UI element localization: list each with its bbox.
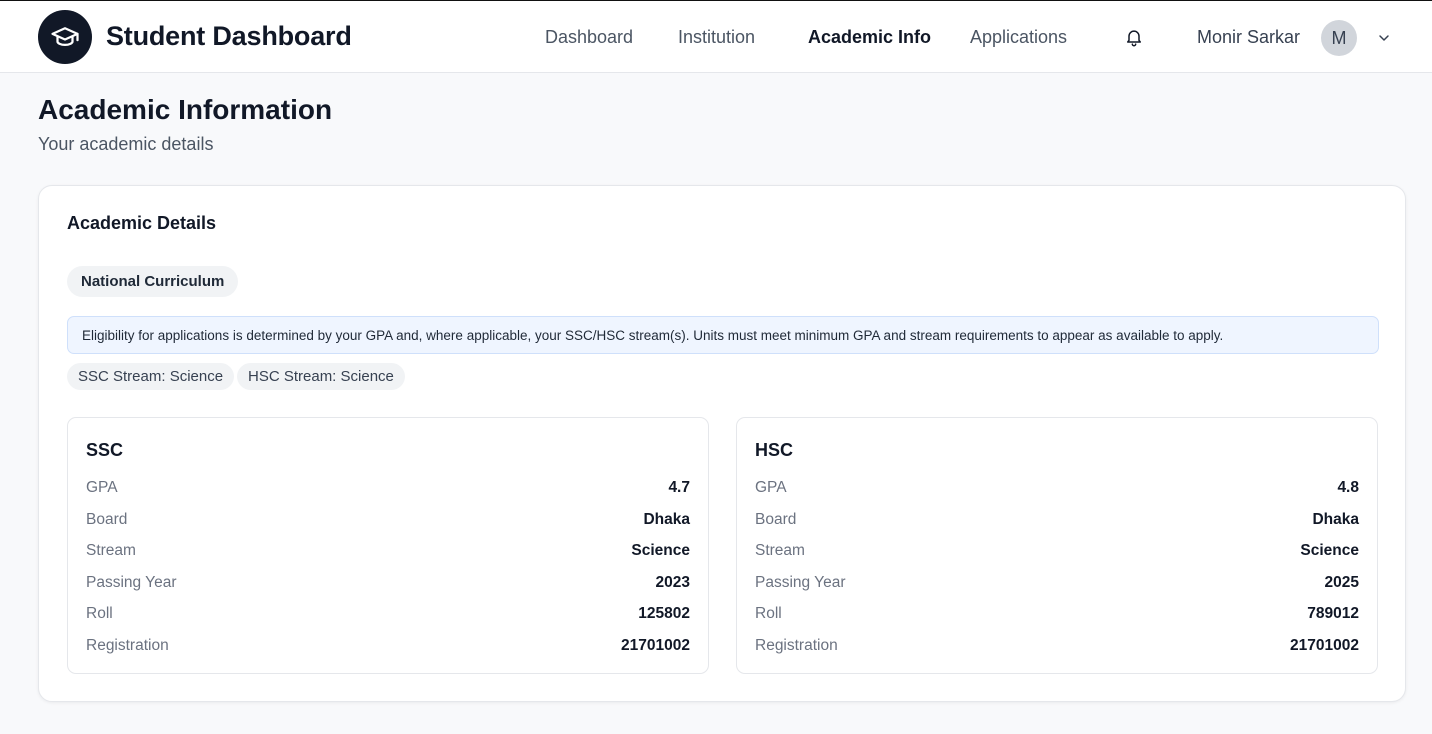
chevron-down-icon[interactable] — [1376, 30, 1392, 46]
page-subtitle: Your academic details — [38, 134, 214, 154]
exam-title: HSC — [755, 440, 794, 460]
detail-row: Passing Year 2025 — [755, 572, 1359, 594]
curriculum-badge: National Curriculum — [67, 266, 239, 297]
top-navbar: Student Dashboard Dashboard Institution … — [0, 1, 1432, 73]
detail-value: 21701002 — [621, 637, 690, 654]
detail-label: Stream — [86, 542, 136, 559]
detail-label: GPA — [86, 479, 118, 496]
brand-title[interactable]: Student Dashboard — [106, 21, 352, 52]
eligibility-notice: Eligibility for applications is determin… — [67, 316, 1379, 354]
graduation-cap-icon[interactable] — [38, 10, 92, 64]
detail-row: Registration 21701002 — [755, 635, 1359, 657]
detail-label: Registration — [86, 637, 169, 654]
nav-academic-info[interactable]: Academic Info — [808, 27, 931, 48]
detail-value: 4.7 — [668, 479, 690, 496]
user-name[interactable]: Monir Sarkar — [1197, 27, 1300, 48]
detail-row: Roll 125802 — [86, 603, 690, 625]
exam-title: SSC — [86, 440, 124, 460]
detail-value: 125802 — [638, 605, 690, 622]
detail-value: 21701002 — [1290, 637, 1359, 654]
detail-row: Stream Science — [755, 540, 1359, 562]
nav-dashboard[interactable]: Dashboard — [545, 27, 633, 48]
bell-icon[interactable] — [1124, 27, 1144, 47]
detail-value: 4.8 — [1337, 479, 1359, 496]
academic-details-card: Academic Details National Curriculum Eli… — [38, 185, 1406, 702]
ssc-stream-badge: SSC Stream: Science — [67, 363, 235, 390]
ssc-details-box: SSC GPA 4.7 Board Dhaka Stream Science Pass… — [67, 417, 709, 674]
hsc-stream-badge: HSC Stream: Science — [237, 363, 405, 390]
card-title: Academic Details — [67, 213, 217, 233]
detail-value: 2025 — [1324, 574, 1359, 591]
detail-row: GPA 4.8 — [755, 477, 1359, 499]
detail-value: Dhaka — [1312, 511, 1359, 528]
detail-label: Board — [86, 511, 128, 528]
detail-row: Stream Science — [86, 540, 690, 562]
detail-label: GPA — [755, 479, 787, 496]
detail-row: GPA 4.7 — [86, 477, 690, 499]
detail-value: 2023 — [655, 574, 690, 591]
detail-label: Registration — [755, 637, 838, 654]
detail-row: Roll 789012 — [755, 603, 1359, 625]
detail-label: Roll — [86, 605, 113, 622]
detail-value: Dhaka — [643, 511, 690, 528]
detail-value: Science — [1300, 542, 1359, 559]
page-title: Academic Information — [38, 94, 333, 125]
hsc-details-box: HSC GPA 4.8 Board Dhaka Stream Science Pass… — [736, 417, 1378, 674]
detail-row: Board Dhaka — [86, 509, 690, 531]
detail-label: Passing Year — [86, 574, 177, 591]
detail-row: Registration 21701002 — [86, 635, 690, 657]
detail-value: 789012 — [1307, 605, 1359, 622]
detail-label: Passing Year — [755, 574, 846, 591]
detail-label: Roll — [755, 605, 782, 622]
detail-label: Stream — [755, 542, 805, 559]
detail-row: Passing Year 2023 — [86, 572, 690, 594]
nav-institution[interactable]: Institution — [678, 27, 755, 48]
nav-applications[interactable]: Applications — [970, 27, 1067, 48]
detail-row: Board Dhaka — [755, 509, 1359, 531]
detail-label: Board — [755, 511, 797, 528]
detail-value: Science — [631, 542, 690, 559]
avatar[interactable]: M — [1321, 20, 1357, 56]
